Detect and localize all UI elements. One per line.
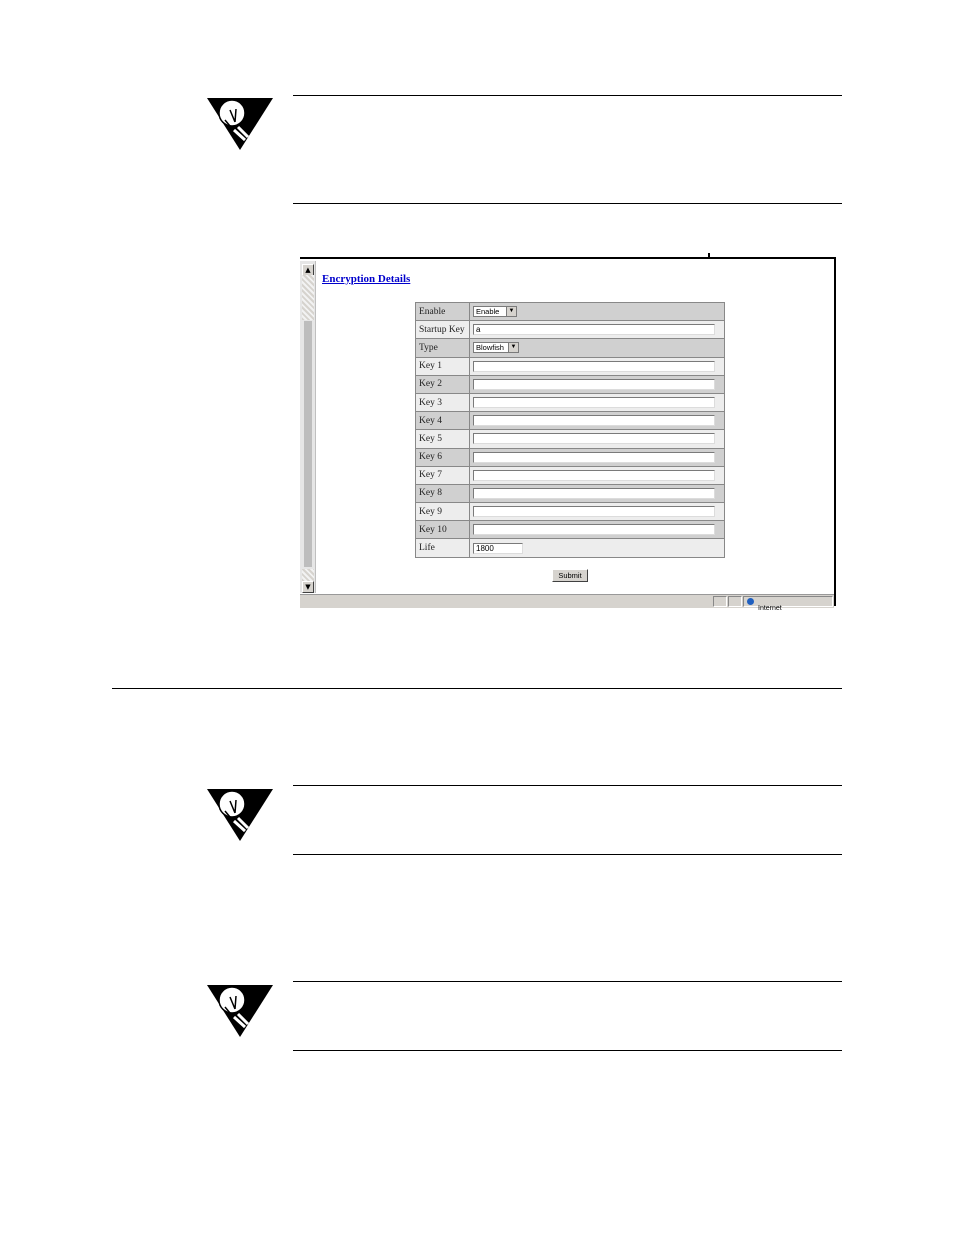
form-row: Key 5 xyxy=(416,430,724,448)
form-row: Key 6 xyxy=(416,448,724,466)
form-row: Key 10 xyxy=(416,521,724,539)
encryption-details-screenshot: ▲ ▼ Encryption Details Enable Enable ▼ Star… xyxy=(300,257,836,612)
lightbulb-note-icon xyxy=(207,98,273,150)
field-label: Key 3 xyxy=(416,393,469,412)
scroll-down-icon[interactable]: ▼ xyxy=(302,581,314,593)
field-input[interactable]: a xyxy=(473,324,715,336)
scroll-track-lower[interactable] xyxy=(302,569,314,581)
internet-zone-icon xyxy=(747,598,754,605)
field-cell xyxy=(470,412,724,430)
field-label: Key 2 xyxy=(416,375,469,393)
form-row: Key 9 xyxy=(416,503,724,521)
note-rule-top xyxy=(293,981,842,982)
field-input[interactable] xyxy=(473,415,715,427)
field-input[interactable] xyxy=(473,397,715,409)
field-cell xyxy=(470,466,724,484)
field-label: Key 1 xyxy=(416,357,469,375)
form-row: Type Blowfish ▼ xyxy=(416,339,724,357)
note-rule-bottom xyxy=(293,1050,842,1051)
field-cell: Enable ▼ xyxy=(470,303,724,321)
field-input[interactable] xyxy=(473,487,715,499)
field-cell: a xyxy=(470,321,724,339)
scroll-thumb[interactable] xyxy=(302,275,314,320)
note-rule-top xyxy=(293,95,842,96)
field-input[interactable] xyxy=(473,451,715,463)
field-label: Enable xyxy=(416,303,469,321)
field-cell xyxy=(470,503,724,521)
field-cell xyxy=(470,484,724,503)
field-input[interactable] xyxy=(473,524,715,536)
field-select[interactable]: Blowfish ▼ xyxy=(473,342,519,354)
status-panel xyxy=(713,596,727,607)
field-cell xyxy=(470,375,724,393)
chevron-down-icon[interactable]: ▼ xyxy=(506,307,516,317)
field-cell: Blowfish ▼ xyxy=(470,339,724,357)
field-cell xyxy=(470,521,724,539)
vertical-scrollbar[interactable]: ▲ ▼ xyxy=(300,261,316,593)
note-rule-top xyxy=(293,785,842,786)
status-bar: Internet xyxy=(300,594,834,612)
field-label: Key 8 xyxy=(416,484,469,503)
note-rule-bottom xyxy=(293,854,842,855)
form-row: Key 1 xyxy=(416,357,724,375)
lightbulb-note-icon xyxy=(207,985,273,1037)
form-row: Key 7 xyxy=(416,466,724,484)
status-panel xyxy=(728,596,742,607)
form-row: Key 8 xyxy=(416,484,724,503)
section-divider xyxy=(112,688,842,689)
field-input[interactable] xyxy=(473,433,715,445)
zone-panel: Internet xyxy=(743,596,833,612)
field-cell xyxy=(470,448,724,466)
field-input[interactable] xyxy=(473,469,715,481)
field-label: Type xyxy=(416,339,469,357)
select-value: Enable xyxy=(476,307,500,317)
submit-button[interactable]: Submit xyxy=(552,569,588,582)
field-input[interactable]: 1800 xyxy=(473,542,523,554)
encryption-form: Enable Enable ▼ Startup Key a Type Blowfish ▼ Ke… xyxy=(415,302,725,558)
page-title[interactable]: Encryption Details xyxy=(322,273,410,285)
form-row: Key 4 xyxy=(416,412,724,430)
form-row: Enable Enable ▼ xyxy=(416,303,724,321)
form-row: Life 1800 xyxy=(416,539,724,557)
lightbulb-note-icon xyxy=(207,789,273,841)
field-label: Key 10 xyxy=(416,521,469,539)
form-row: Key 3 xyxy=(416,393,724,412)
zone-label: Internet xyxy=(758,605,782,612)
field-label: Key 9 xyxy=(416,503,469,521)
field-select[interactable]: Enable ▼ xyxy=(473,306,517,318)
field-cell xyxy=(470,393,724,412)
field-label: Key 7 xyxy=(416,466,469,484)
note-rule-bottom xyxy=(293,203,842,204)
field-cell xyxy=(470,430,724,448)
field-label: Key 5 xyxy=(416,430,469,448)
form-row: Key 2 xyxy=(416,375,724,393)
field-label: Key 6 xyxy=(416,448,469,466)
field-input[interactable] xyxy=(473,506,715,518)
form-row: Startup Key a xyxy=(416,321,724,339)
field-label: Life xyxy=(416,539,469,557)
field-label: Key 4 xyxy=(416,412,469,430)
field-input[interactable] xyxy=(473,378,715,390)
field-cell: 1800 xyxy=(470,539,724,557)
field-cell xyxy=(470,357,724,375)
scroll-track[interactable] xyxy=(304,321,312,567)
field-input[interactable] xyxy=(473,360,715,372)
select-value: Blowfish xyxy=(476,343,504,353)
chevron-down-icon[interactable]: ▼ xyxy=(508,343,518,353)
field-label: Startup Key xyxy=(416,321,469,339)
